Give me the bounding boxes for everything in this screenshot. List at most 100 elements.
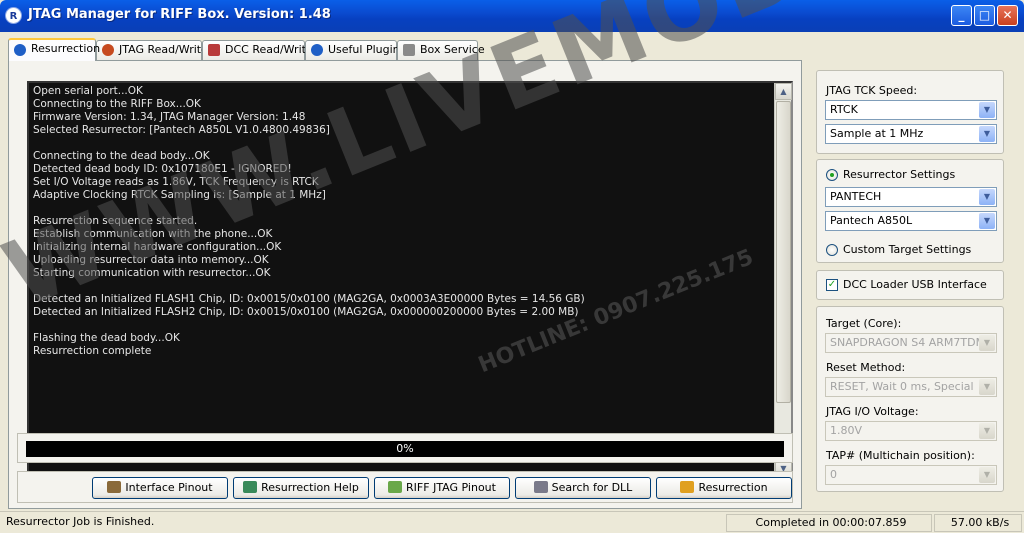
- search-for-dll-button[interactable]: Search for DLL: [515, 477, 651, 499]
- custom-target-radio[interactable]: [826, 244, 838, 256]
- log-line: Starting communication with resurrector.…: [33, 267, 271, 279]
- log-line: Detected an Initialized FLASH1 Chip, ID:…: [33, 293, 585, 305]
- status-bar: Resurrector Job is Finished. Completed i…: [0, 511, 1024, 533]
- tap-position-select[interactable]: 0 ▼: [825, 465, 997, 485]
- close-button[interactable]: ✕: [997, 5, 1018, 26]
- minimize-button[interactable]: _: [951, 5, 972, 26]
- search-dll-icon: [533, 481, 548, 493]
- tab-label: JTAG Read/Write: [119, 43, 208, 56]
- progress-text: 0%: [396, 442, 414, 455]
- chevron-down-icon[interactable]: ▼: [979, 102, 995, 118]
- chevron-down-icon[interactable]: ▼: [979, 467, 995, 483]
- chevron-down-icon[interactable]: ▼: [979, 213, 995, 229]
- resurrector-settings-group: Resurrector Settings PANTECH ▼ Pantech A…: [816, 159, 1004, 263]
- button-label: RIFF JTAG Pinout: [406, 481, 496, 494]
- window-title: JTAG Manager for RIFF Box. Version: 1.48: [28, 7, 331, 22]
- lightning-icon: [680, 481, 695, 493]
- maximize-button[interactable]: □: [974, 5, 995, 26]
- scroll-up-icon[interactable]: ▲: [775, 83, 792, 100]
- tck-speed-group: JTAG TCK Speed: RTCK ▼ Sample at 1 MHz ▼: [816, 70, 1004, 154]
- dcc-loader-group: ✓ DCC Loader USB Interface: [816, 270, 1004, 300]
- log-line: Set I/O Voltage reads as 1.86V, TCK Freq…: [33, 176, 319, 188]
- chevron-down-icon[interactable]: ▼: [979, 189, 995, 205]
- custom-target-label: Custom Target Settings: [843, 243, 972, 256]
- model-value: Pantech A850L: [830, 214, 913, 227]
- rtck-sample-select[interactable]: Sample at 1 MHz ▼: [825, 124, 997, 144]
- model-select[interactable]: Pantech A850L ▼: [825, 211, 997, 231]
- chevron-down-icon[interactable]: ▼: [979, 335, 995, 351]
- button-label: Resurrection Help: [261, 481, 359, 494]
- resurrection-button[interactable]: Resurrection: [656, 477, 792, 499]
- io-voltage-select[interactable]: 1.80V ▼: [825, 421, 997, 441]
- log-line: Adaptive Clocking RTCK Sampling is: [Sam…: [33, 189, 326, 201]
- log-lines: Open serial port...OK Connecting to the R…: [33, 85, 585, 358]
- log-line: Uploading resurrector data into memory..…: [33, 254, 269, 266]
- rtck-sample-value: Sample at 1 MHz: [830, 127, 924, 140]
- tab-useful-plugins[interactable]: Useful Plugins: [305, 40, 405, 60]
- reset-method-select[interactable]: RESET, Wait 0 ms, Special ▼: [825, 377, 997, 397]
- log-scrollbar[interactable]: ▲ ▼: [774, 83, 792, 477]
- status-speed: 57.00 kB/s: [934, 514, 1022, 532]
- reset-method-label: Reset Method:: [826, 361, 906, 374]
- target-settings-group: Target (Core): SNAPDRAGON S4 ARM7TDMI ▼ …: [816, 306, 1004, 492]
- tck-speed-select[interactable]: RTCK ▼: [825, 100, 997, 120]
- log-line: Firmware Version: 1.34, JTAG Manager Ver…: [33, 111, 306, 123]
- tab-label: DCC Read/Write: [225, 43, 313, 56]
- info-icon: [14, 44, 26, 56]
- button-label: Interface Pinout: [125, 481, 213, 494]
- tab-dcc-read-write[interactable]: DCC Read/Write: [202, 40, 313, 60]
- riff-jtag-pinout-button[interactable]: RIFF JTAG Pinout: [374, 477, 510, 499]
- log-line: Selected Resurrector: [Pantech A850L V1.…: [33, 124, 330, 136]
- status-elapsed: Completed in 00:00:07.859: [726, 514, 932, 532]
- resurrection-panel: Open serial port...OK Connecting to the R…: [8, 60, 802, 509]
- tap-position-label: TAP# (Multichain position):: [826, 449, 975, 462]
- scroll-thumb[interactable]: [776, 101, 791, 403]
- resurrection-help-button[interactable]: Resurrection Help: [233, 477, 369, 499]
- progress-group: 0%: [17, 433, 793, 463]
- tap-position-value: 0: [830, 468, 837, 481]
- manufacturer-select[interactable]: PANTECH ▼: [825, 187, 997, 207]
- chevron-down-icon[interactable]: ▼: [979, 379, 995, 395]
- pinout-icon: [107, 481, 122, 493]
- chevron-down-icon[interactable]: ▼: [979, 423, 995, 439]
- reset-method-value: RESET, Wait 0 ms, Special: [830, 380, 974, 393]
- interface-pinout-button[interactable]: Interface Pinout: [92, 477, 228, 499]
- log-line: Resurrection complete: [33, 345, 152, 357]
- app-logo-icon[interactable]: R: [5, 7, 22, 24]
- resurrector-settings-radio[interactable]: [826, 169, 838, 181]
- log-line: Detected dead body ID: 0x107180E1 - IGNO…: [33, 163, 292, 175]
- progress-bar: 0%: [26, 441, 784, 457]
- chip-icon: [102, 44, 114, 56]
- chevron-down-icon[interactable]: ▼: [979, 126, 995, 142]
- tab-jtag-read-write[interactable]: JTAG Read/Write: [96, 40, 208, 60]
- log-line: Flashing the dead body...OK: [33, 332, 180, 344]
- action-button-bar: Interface Pinout Resurrection Help RIFF …: [17, 471, 793, 503]
- button-label: Resurrection: [698, 481, 768, 494]
- log-line: Resurrection sequence started.: [33, 215, 198, 227]
- log-line: Connecting to the dead body...OK: [33, 150, 210, 162]
- tck-speed-label: JTAG TCK Speed:: [826, 84, 918, 97]
- info-icon: [311, 44, 323, 56]
- palette-icon: [208, 44, 220, 56]
- target-core-label: Target (Core):: [826, 317, 902, 330]
- log-line: Open serial port...OK: [33, 85, 143, 97]
- button-label: Search for DLL: [551, 481, 633, 494]
- target-core-value: SNAPDRAGON S4 ARM7TDMI: [830, 336, 989, 349]
- tab-label: Useful Plugins: [328, 43, 406, 56]
- manufacturer-value: PANTECH: [830, 190, 882, 203]
- log-line: Detected an Initialized FLASH2 Chip, ID:…: [33, 306, 579, 318]
- target-core-select[interactable]: SNAPDRAGON S4 ARM7TDMI ▼: [825, 333, 997, 353]
- dcc-loader-label: DCC Loader USB Interface: [843, 278, 987, 291]
- title-bar[interactable]: R JTAG Manager for RIFF Box. Version: 1.…: [0, 0, 1024, 32]
- dcc-loader-checkbox[interactable]: ✓: [826, 279, 838, 291]
- cable-icon: [388, 481, 403, 493]
- log-console[interactable]: Open serial port...OK Connecting to the R…: [27, 81, 793, 479]
- log-line: Connecting to the RIFF Box...OK: [33, 98, 201, 110]
- tab-resurrection[interactable]: Resurrection: [8, 38, 100, 61]
- status-message: Resurrector Job is Finished.: [6, 515, 155, 528]
- tab-box-service[interactable]: Box Service: [397, 40, 485, 60]
- tab-label: Resurrection: [31, 42, 101, 55]
